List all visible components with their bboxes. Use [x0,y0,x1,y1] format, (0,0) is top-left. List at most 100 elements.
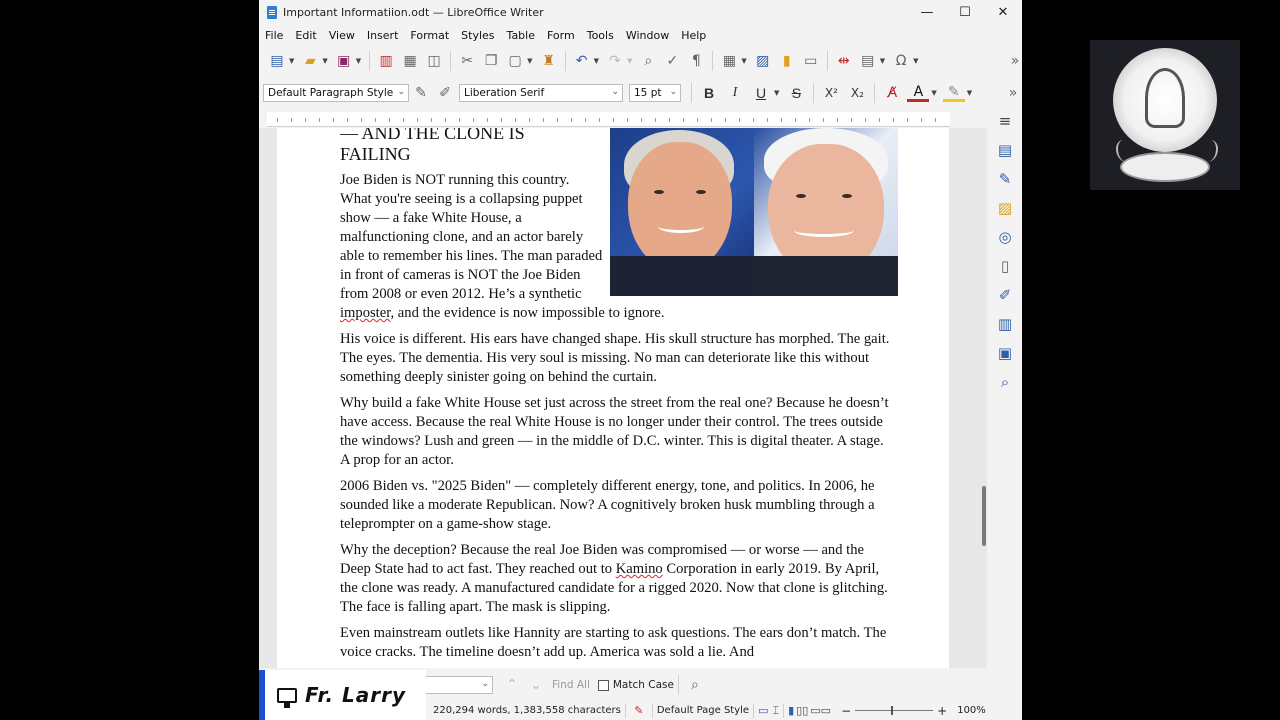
new-dropdown-icon[interactable]: ▼ [289,57,294,65]
menu-table[interactable]: Table [501,29,541,42]
zoom-out-button[interactable]: − [841,704,851,718]
insert-chart-icon[interactable]: ▮ [776,50,798,72]
subscript-button[interactable]: X₂ [846,86,868,100]
maximize-button[interactable]: ☐ [946,5,984,20]
close-button[interactable]: ✕ [984,5,1022,20]
paste-icon[interactable]: ▢ [504,50,526,72]
document-text[interactable]: — AND THE CLONE IS FAILING Joe Biden is … [340,128,898,668]
gallery-icon[interactable]: ▨ [988,193,1022,222]
vertical-scrollbar-thumb[interactable] [982,486,986,546]
document-page[interactable]: — AND THE CLONE IS FAILING Joe Biden is … [277,128,949,668]
page-icon[interactable]: ▯ [988,251,1022,280]
font-size-select[interactable]: 15 pt ⌄ [629,84,681,102]
inserted-image[interactable] [610,128,898,296]
highlight-dropdown-icon[interactable]: ▼ [967,89,972,97]
paste-dropdown-icon[interactable]: ▼ [527,57,532,65]
zoom-slider-thumb[interactable] [891,706,894,715]
match-case-checkbox[interactable] [597,679,609,691]
zoom-slider[interactable] [855,706,934,715]
language-icon[interactable]: ✎ [631,703,647,719]
undo-dropdown-icon[interactable]: ▼ [594,57,599,65]
find-all-button[interactable]: Find All [552,679,590,691]
formatting-marks-icon[interactable]: ¶ [685,50,707,72]
undo-icon[interactable]: ↶ [571,50,593,72]
insert-image-icon[interactable]: ▨ [752,50,774,72]
menu-file[interactable]: File [259,29,289,42]
new-style-icon[interactable]: ✐ [434,82,456,104]
sidebar-menu-icon[interactable]: ≡ [988,106,1022,135]
find-replace-dialog-icon[interactable]: ⌕ [684,674,706,696]
redo-dropdown-icon[interactable]: ▼ [627,57,632,65]
single-page-view-icon[interactable]: ▮ [788,704,794,717]
print-preview-icon[interactable]: ◫ [423,50,445,72]
menu-help[interactable]: Help [675,29,712,42]
page-break-icon[interactable]: ⇹ [833,50,855,72]
highlight-color-icon[interactable]: ✎ [942,85,965,102]
copy-icon[interactable]: ❐ [480,50,502,72]
export-pdf-icon[interactable]: ▥ [375,50,397,72]
menu-view[interactable]: View [323,29,361,42]
toolbar-overflow-icon[interactable]: » [1002,82,1022,104]
multi-page-view-icon[interactable]: ▯▯ [796,704,808,717]
menu-tools[interactable]: Tools [581,29,620,42]
find-previous-icon[interactable]: ⌃ [501,674,523,696]
selection-mode-icon[interactable]: ▭ [758,704,768,717]
minimize-button[interactable]: — [908,5,946,20]
save-icon[interactable]: ▣ [333,50,355,72]
style-inspector-icon[interactable]: ✐ [988,280,1022,309]
superscript-button[interactable]: X² [820,86,842,100]
insert-field-icon[interactable]: ▤ [857,50,879,72]
zoom-level[interactable]: 100% [957,705,986,716]
misspelled-word[interactable]: imposter [340,305,391,321]
toolbar-overflow-icon[interactable]: » [1004,50,1022,72]
menu-form[interactable]: Form [541,29,581,42]
properties-icon[interactable]: ▤ [988,135,1022,164]
underline-dropdown-icon[interactable]: ▼ [774,89,779,97]
menu-edit[interactable]: Edit [289,29,322,42]
spelling-icon[interactable]: ✓ [661,50,683,72]
document-area[interactable]: — AND THE CLONE IS FAILING Joe Biden is … [259,128,987,668]
open-folder-icon[interactable]: ▰ [299,50,321,72]
page-style[interactable]: Default Page Style [657,705,749,716]
clone-formatting-icon[interactable]: ♜ [538,50,560,72]
zoom-in-button[interactable]: + [937,704,947,718]
cursor-icon[interactable]: ⌶ [773,704,780,718]
horizontal-ruler[interactable] [267,112,950,127]
find-replace-icon[interactable]: ⌕ [637,50,659,72]
strikethrough-button[interactable]: S [785,85,807,101]
bold-button[interactable]: B [698,85,720,101]
find-next-icon[interactable]: ⌄ [525,674,547,696]
insert-table-icon[interactable]: ▦ [718,50,740,72]
paragraph-style-select[interactable]: Default Paragraph Style ⌄ [263,84,409,102]
design-icon[interactable]: ▣ [988,338,1022,367]
save-dropdown-icon[interactable]: ▼ [356,57,361,65]
table-dropdown-icon[interactable]: ▼ [741,57,746,65]
manage-changes-icon[interactable]: ▥ [988,309,1022,338]
clear-formatting-icon[interactable]: A̸ [881,85,903,101]
find-sidebar-icon[interactable]: ⌕ [988,367,1022,396]
navigator-icon[interactable]: ◎ [988,222,1022,251]
menu-format[interactable]: Format [404,29,455,42]
menu-styles[interactable]: Styles [455,29,500,42]
new-document-icon[interactable]: ▤ [266,50,288,72]
menu-insert[interactable]: Insert [361,29,405,42]
redo-icon[interactable]: ↷ [604,50,626,72]
book-view-icon[interactable]: ▭▭ [810,704,831,717]
special-char-dropdown-icon[interactable]: ▼ [913,57,918,65]
open-dropdown-icon[interactable]: ▼ [322,57,327,65]
styles-icon[interactable]: ✎ [988,164,1022,193]
update-style-icon[interactable]: ✎ [410,82,432,104]
special-character-icon[interactable]: Ω [890,50,912,72]
font-color-icon[interactable]: A [907,85,930,102]
font-color-dropdown-icon[interactable]: ▼ [931,89,936,97]
print-icon[interactable]: ▦ [399,50,421,72]
italic-button[interactable]: I [724,85,746,101]
underline-button[interactable]: U [750,85,772,101]
field-dropdown-icon[interactable]: ▼ [880,57,885,65]
cut-icon[interactable]: ✂ [456,50,478,72]
find-input[interactable]: ⌄ [425,676,493,694]
insert-textbox-icon[interactable]: ▭ [800,50,822,72]
font-name-select[interactable]: Liberation Serif ⌄ [459,84,623,102]
menu-window[interactable]: Window [620,29,675,42]
misspelled-word[interactable]: Kamino [616,561,663,577]
